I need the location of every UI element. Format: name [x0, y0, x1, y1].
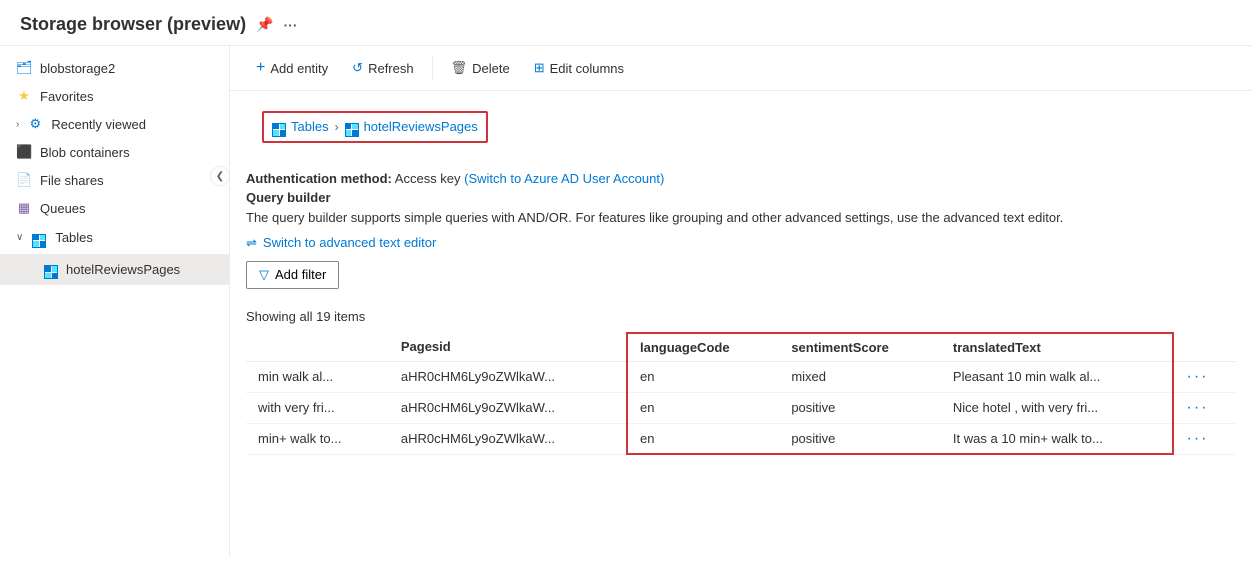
cell-languagecode-2: en: [627, 423, 779, 454]
cell-text-2: min+ walk to...: [246, 423, 389, 454]
sidebar-item-label: Recently viewed: [51, 117, 146, 132]
app-title-text: Storage browser (preview): [20, 14, 246, 35]
cell-translatedtext-0: Pleasant 10 min walk al...: [941, 361, 1174, 392]
cell-actions-1[interactable]: ···: [1173, 392, 1236, 423]
table-sub-icon: [44, 260, 58, 280]
sidebar-item-label: Queues: [40, 201, 86, 216]
sidebar-item-recently-viewed[interactable]: › ⚙ Recently viewed: [0, 110, 229, 138]
toolbar: + Add entity ↺ Refresh 🗑 Delete ⊞ Edit c…: [230, 46, 1252, 91]
sidebar-item-queues[interactable]: ▦ Queues: [0, 194, 229, 222]
row-more-icon-1[interactable]: ···: [1186, 399, 1208, 416]
sidebar-item-label: Favorites: [40, 89, 93, 104]
sidebar-item-label: Tables: [55, 230, 93, 245]
auth-switch-link[interactable]: (Switch to Azure AD User Account): [464, 171, 664, 186]
delete-button[interactable]: 🗑 Delete: [441, 55, 520, 81]
cell-sentimentscore-0: mixed: [779, 361, 941, 392]
col-languagecode-header[interactable]: languageCode: [627, 333, 779, 362]
cell-text-1: with very fri...: [246, 392, 389, 423]
sidebar-item-hotel-reviews-pages[interactable]: hotelReviewsPages: [0, 254, 229, 286]
table-row: min walk al... aHR0cHM6Ly9oZWlkaW... en …: [246, 361, 1236, 392]
add-icon: +: [256, 59, 265, 77]
delete-icon: 🗑: [451, 60, 468, 76]
col-translatedtext-header[interactable]: translatedText: [941, 333, 1174, 362]
cell-translatedtext-2: It was a 10 min+ walk to...: [941, 423, 1174, 454]
auth-info: Authentication method: Access key (Switc…: [230, 163, 1252, 309]
file-icon: 📄: [16, 172, 32, 188]
showing-label: Showing all 19 items: [230, 309, 1252, 332]
sidebar-item-label: Blob containers: [40, 145, 130, 160]
col-sentimentscore-header[interactable]: sentimentScore: [779, 333, 941, 362]
sidebar-item-label: File shares: [40, 173, 104, 188]
cell-sentimentscore-2: positive: [779, 423, 941, 454]
star-icon: ★: [16, 88, 32, 104]
query-builder-title: Query builder: [246, 190, 1236, 205]
table-icon: [31, 228, 47, 248]
row-more-icon-2[interactable]: ···: [1186, 430, 1208, 447]
pin-icon[interactable]: 📌: [256, 16, 273, 33]
row-more-icon-0[interactable]: ···: [1186, 368, 1208, 385]
breadcrumb-tables[interactable]: Tables: [272, 117, 329, 137]
more-options-icon[interactable]: ···: [284, 17, 298, 33]
auth-method: Access key: [395, 171, 464, 186]
auth-prefix: Authentication method:: [246, 171, 392, 186]
cell-languagecode-0: en: [627, 361, 779, 392]
col-actions-header: [1173, 333, 1236, 362]
sidebar-item-file-shares[interactable]: 📄 File shares: [0, 166, 229, 194]
main-content: + Add entity ↺ Refresh 🗑 Delete ⊞ Edit c…: [230, 46, 1252, 556]
breadcrumb-current[interactable]: hotelReviewsPages: [345, 117, 478, 137]
toolbar-separator: [432, 56, 433, 80]
refresh-icon: ↺: [352, 60, 363, 76]
cell-actions-2[interactable]: ···: [1173, 423, 1236, 454]
cell-translatedtext-1: Nice hotel , with very fri...: [941, 392, 1174, 423]
filter-icon: ▽: [259, 267, 269, 283]
cell-actions-0[interactable]: ···: [1173, 361, 1236, 392]
breadcrumb-container: Tables › hotelReviewsPages: [230, 91, 1252, 163]
table-row: with very fri... aHR0cHM6Ly9oZWlkaW... e…: [246, 392, 1236, 423]
sidebar-item-blobstorage2[interactable]: 🗂 blobstorage2: [0, 54, 229, 82]
edit-columns-button[interactable]: ⊞ Edit columns: [524, 55, 634, 81]
auth-line: Authentication method: Access key (Switc…: [246, 171, 1236, 186]
cell-pagesid-0: aHR0cHM6Ly9oZWlkaW...: [389, 361, 627, 392]
cell-languagecode-1: en: [627, 392, 779, 423]
chevron-right-icon: ›: [16, 119, 19, 130]
cell-pagesid-2: aHR0cHM6Ly9oZWlkaW...: [389, 423, 627, 454]
col-pagesid-header[interactable]: Pagesid: [389, 333, 627, 362]
add-filter-button[interactable]: ▽ Add filter: [246, 261, 339, 289]
breadcrumb-tables-icon: [272, 117, 286, 137]
sidebar-item-label: hotelReviewsPages: [66, 262, 180, 277]
add-entity-button[interactable]: + Add entity: [246, 54, 338, 82]
switch-icon: ⇌: [246, 235, 257, 251]
folder-icon: 🗂: [16, 60, 32, 76]
cell-text-0: min walk al...: [246, 361, 389, 392]
table-header-row: Pagesid languageCode sentimentScore tran…: [246, 333, 1236, 362]
breadcrumb-separator: ›: [335, 120, 339, 134]
sidebar-item-blob-containers[interactable]: ⬛ Blob containers: [0, 138, 229, 166]
switch-label: Switch to advanced text editor: [263, 235, 436, 250]
table-row: min+ walk to... aHR0cHM6Ly9oZWlkaW... en…: [246, 423, 1236, 454]
cell-sentimentscore-1: positive: [779, 392, 941, 423]
sidebar-item-label: blobstorage2: [40, 61, 115, 76]
refresh-button[interactable]: ↺ Refresh: [342, 55, 423, 81]
col-text-header: [246, 333, 389, 362]
settings-icon: ⚙: [27, 116, 43, 132]
breadcrumb: Tables › hotelReviewsPages: [262, 111, 488, 143]
switch-editor-button[interactable]: ⇌ Switch to advanced text editor: [246, 235, 1236, 251]
edit-columns-icon: ⊞: [534, 60, 545, 76]
sidebar: 🗂 blobstorage2 ★ Favorites › ⚙ Recently …: [0, 46, 230, 556]
blob-icon: ⬛: [16, 144, 32, 160]
queue-icon: ▦: [16, 200, 32, 216]
chevron-down-icon: ∨: [16, 232, 23, 243]
table-wrapper: Pagesid languageCode sentimentScore tran…: [230, 332, 1252, 456]
sidebar-collapse-button[interactable]: ❮: [210, 166, 230, 186]
query-description: The query builder supports simple querie…: [246, 209, 1236, 227]
sidebar-item-favorites[interactable]: ★ Favorites: [0, 82, 229, 110]
data-table: Pagesid languageCode sentimentScore tran…: [246, 332, 1236, 456]
cell-pagesid-1: aHR0cHM6Ly9oZWlkaW...: [389, 392, 627, 423]
breadcrumb-current-icon: [345, 117, 359, 137]
sidebar-item-tables[interactable]: ∨ Tables: [0, 222, 229, 254]
app-title-bar: Storage browser (preview) 📌 ···: [0, 0, 1252, 46]
